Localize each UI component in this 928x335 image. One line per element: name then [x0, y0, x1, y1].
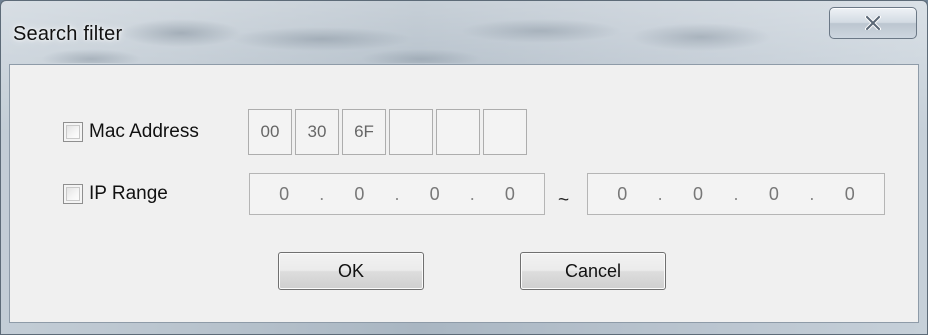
mac-address-checkbox[interactable]	[63, 122, 83, 142]
close-button[interactable]	[829, 7, 917, 39]
mac-octet-4[interactable]	[389, 109, 433, 155]
mac-octet-2[interactable]: 30	[295, 109, 339, 155]
dialog-title: Search filter	[13, 23, 123, 45]
ip-range-end-field[interactable]: 0 . 0 . 0 . 0	[587, 173, 885, 215]
ip-range-checkbox[interactable]	[63, 184, 83, 204]
mac-octet-5[interactable]	[436, 109, 480, 155]
ip-start-octet-3: 0	[429, 183, 440, 204]
ip-end-octet-4: 0	[844, 183, 855, 204]
ok-button[interactable]: OK	[278, 252, 424, 290]
ip-dot: .	[809, 183, 815, 204]
mac-octet-1[interactable]: 00	[248, 109, 292, 155]
mac-address-fields: 00 30 6F	[248, 109, 530, 155]
ip-start-octet-4: 0	[504, 183, 515, 204]
ip-end-octet-2: 0	[693, 183, 704, 204]
search-filter-dialog: Search filter Mac Address 00 30 6F IP Ra…	[0, 0, 928, 335]
ip-range-label: IP Range	[89, 183, 168, 204]
mac-address-label: Mac Address	[89, 121, 199, 142]
close-icon	[865, 16, 881, 30]
mac-address-option[interactable]: Mac Address	[63, 121, 199, 143]
ip-range-option[interactable]: IP Range	[63, 183, 168, 205]
ip-dot: .	[733, 183, 739, 204]
ip-start-octet-2: 0	[354, 183, 365, 204]
ip-range-start-field[interactable]: 0 . 0 . 0 . 0	[249, 173, 545, 215]
mac-octet-6[interactable]	[483, 109, 527, 155]
titlebar-background	[1, 1, 927, 63]
ip-start-octet-1: 0	[279, 183, 290, 204]
dialog-body: Mac Address 00 30 6F IP Range 0 . 0 . 0 …	[9, 64, 919, 323]
ip-end-octet-1: 0	[617, 183, 628, 204]
ip-dot: .	[319, 183, 325, 204]
ip-range-separator: ~	[558, 190, 570, 211]
ip-dot: .	[394, 183, 400, 204]
ip-dot: .	[657, 183, 663, 204]
ip-dot: .	[469, 183, 475, 204]
mac-octet-3[interactable]: 6F	[342, 109, 386, 155]
cancel-button[interactable]: Cancel	[520, 252, 666, 290]
ip-end-octet-3: 0	[768, 183, 779, 204]
